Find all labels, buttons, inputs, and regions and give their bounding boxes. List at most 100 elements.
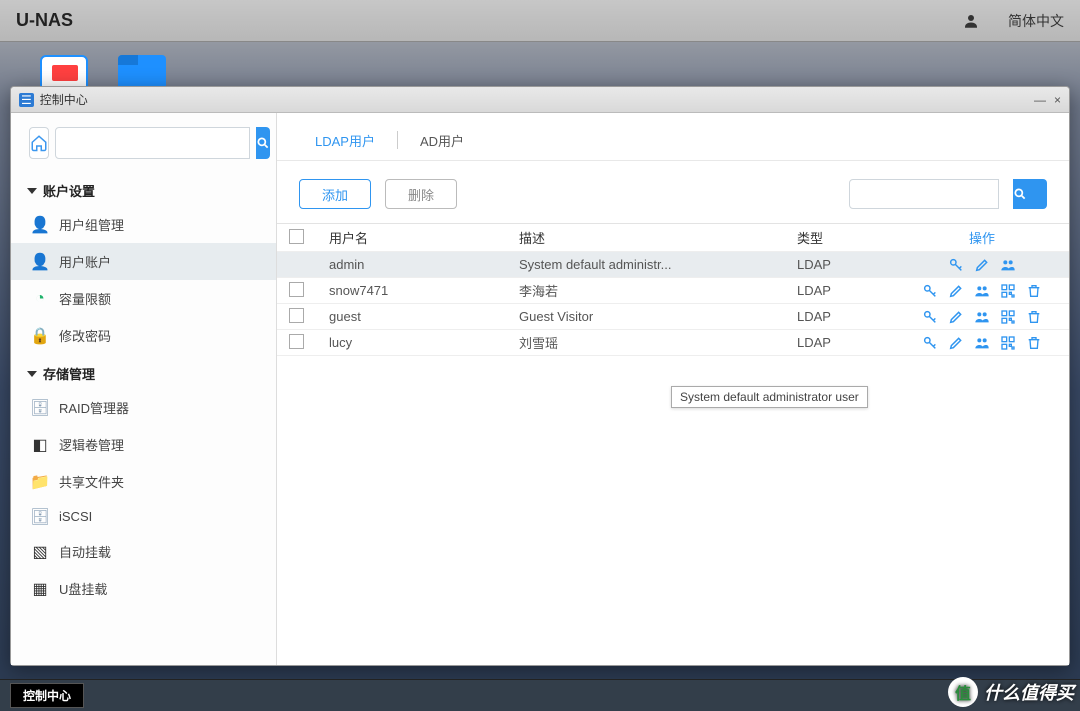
user-search-button[interactable] (1013, 179, 1047, 209)
sidebar-item[interactable]: 👤用户组管理 (11, 206, 276, 243)
taskbar-button[interactable]: 控制中心 (10, 683, 84, 708)
table-row[interactable]: lucy刘雪瑶LDAP (277, 330, 1069, 356)
group-icon[interactable] (1000, 257, 1016, 273)
row-checkbox[interactable] (289, 334, 304, 349)
cell-type: LDAP (797, 335, 907, 350)
sidebar-item[interactable]: 🗄 iSCSI (11, 500, 276, 533)
edit-icon[interactable] (948, 335, 964, 351)
group-icon[interactable] (974, 283, 990, 299)
group-icon[interactable] (974, 335, 990, 351)
row-checkbox[interactable] (289, 282, 304, 297)
cell-type: LDAP (797, 257, 907, 272)
delete-icon[interactable] (1026, 309, 1042, 325)
sidebar-item-label: 修改密码 (59, 326, 111, 345)
close-button[interactable]: × (1054, 93, 1061, 107)
qr-icon[interactable] (1000, 309, 1016, 325)
sidebar-item[interactable]: 🔒 修改密码 (11, 317, 276, 354)
nav-icon: 👤 (29, 215, 51, 235)
control-center-window: ☰ 控制中心 — × 账户设置👤用户组管理👤用户账户◔容量限额🔒修改密码存储管理… (10, 86, 1070, 666)
qr-icon[interactable] (1000, 283, 1016, 299)
caret-down-icon (27, 188, 37, 194)
nav-icon: ▦ (29, 579, 51, 599)
main-panel: LDAP用户AD用户 添加 删除 用户名 描述 类型 操作 adminSys (277, 113, 1069, 665)
sidebar-item[interactable]: 🗄 RAID管理器 (11, 389, 276, 426)
sidebar-item-label: RAID管理器 (59, 398, 129, 417)
edit-icon[interactable] (948, 309, 964, 325)
group-icon[interactable] (974, 309, 990, 325)
tooltip: System default administrator user (671, 386, 868, 408)
select-all-checkbox[interactable] (289, 229, 304, 244)
delete-icon[interactable] (1026, 335, 1042, 351)
window-icon: ☰ (19, 93, 34, 107)
tab[interactable]: LDAP用户 (299, 125, 391, 160)
desktop-topbar: U-NAS 简体中文 (0, 0, 1080, 42)
table-row[interactable]: adminSystem default administr...LDAP (277, 252, 1069, 278)
watermark-badge: 值 (948, 677, 978, 707)
sidebar-item[interactable]: ▦ U盘挂载 (11, 570, 276, 607)
row-checkbox[interactable] (289, 308, 304, 323)
sidebar-item-label: 逻辑卷管理 (59, 435, 124, 454)
cell-desc: System default administr... (519, 257, 797, 272)
sidebar-item-label: 共享文件夹 (59, 472, 124, 491)
cell-desc: Guest Visitor (519, 309, 797, 324)
nav-icon: 📁 (29, 472, 51, 492)
key-icon[interactable] (922, 335, 938, 351)
edit-icon[interactable] (974, 257, 990, 273)
nav-icon: 🔒 (29, 326, 51, 346)
watermark: 值 什么值得买 (948, 677, 1074, 707)
cell-name: guest (329, 309, 519, 324)
user-icon[interactable] (962, 12, 980, 30)
key-icon[interactable] (922, 283, 938, 299)
brand-label: U-NAS (16, 10, 73, 31)
col-name[interactable]: 用户名 (329, 228, 519, 247)
sidebar-item[interactable]: ▧自动挂载 (11, 533, 276, 570)
nav-icon: ◧ (29, 435, 51, 455)
cell-type: LDAP (797, 283, 907, 298)
sidebar-group-header[interactable]: 账户设置 (11, 171, 276, 206)
nav-icon: ◔ (29, 290, 51, 308)
window-title: 控制中心 (40, 91, 88, 108)
add-button[interactable]: 添加 (299, 179, 371, 209)
watermark-text: 什么值得买 (984, 679, 1074, 705)
sidebar-item[interactable]: ◧ 逻辑卷管理 (11, 426, 276, 463)
tab-bar: LDAP用户 AD用户 (277, 113, 1069, 161)
user-search-input[interactable] (849, 179, 999, 209)
tab[interactable]: AD用户 (404, 125, 480, 160)
delete-icon[interactable] (1026, 283, 1042, 299)
cell-name: lucy (329, 335, 519, 350)
cell-desc: 刘雪瑶 (519, 333, 797, 352)
edit-icon[interactable] (948, 283, 964, 299)
table-row[interactable]: snow7471李海若LDAP (277, 278, 1069, 304)
sidebar-group-header[interactable]: 存储管理 (11, 354, 276, 389)
nav-icon: 🗄 (29, 507, 51, 527)
language-selector[interactable]: 简体中文 (1008, 11, 1064, 31)
caret-down-icon (27, 371, 37, 377)
sidebar-item[interactable]: ◔容量限额 (11, 280, 276, 317)
minimize-button[interactable]: — (1034, 93, 1046, 107)
delete-button[interactable]: 删除 (385, 179, 457, 209)
table-row[interactable]: guestGuest VisitorLDAP (277, 304, 1069, 330)
sidebar-search-button[interactable] (256, 127, 270, 159)
key-icon[interactable] (922, 309, 938, 325)
sidebar-item[interactable]: 📁 共享文件夹 (11, 463, 276, 500)
nav-icon: 👤 (29, 252, 51, 272)
sidebar-search-input[interactable] (55, 127, 250, 159)
sidebar-item-label: 用户账户 (59, 252, 111, 271)
user-table: 用户名 描述 类型 操作 adminSystem default adminis… (277, 223, 1069, 356)
sidebar-item-label: 自动挂载 (59, 542, 111, 561)
key-icon[interactable] (948, 257, 964, 273)
cell-name: admin (329, 257, 519, 272)
col-desc[interactable]: 描述 (519, 228, 797, 247)
sidebar-item-label: U盘挂载 (59, 579, 107, 598)
nav-icon: 🗄 (29, 398, 51, 418)
qr-icon[interactable] (1000, 335, 1016, 351)
toolbar: 添加 删除 (277, 161, 1069, 223)
sidebar-item[interactable]: 👤 用户账户 (11, 243, 276, 280)
home-button[interactable] (29, 127, 49, 159)
table-header: 用户名 描述 类型 操作 (277, 224, 1069, 252)
window-titlebar[interactable]: ☰ 控制中心 — × (11, 87, 1069, 113)
col-type[interactable]: 类型 (797, 228, 907, 247)
cell-desc: 李海若 (519, 281, 797, 300)
sidebar-item-label: iSCSI (59, 509, 92, 524)
sidebar: 账户设置👤用户组管理👤用户账户◔容量限额🔒修改密码存储管理🗄RAID管理器◧逻辑… (11, 113, 277, 665)
